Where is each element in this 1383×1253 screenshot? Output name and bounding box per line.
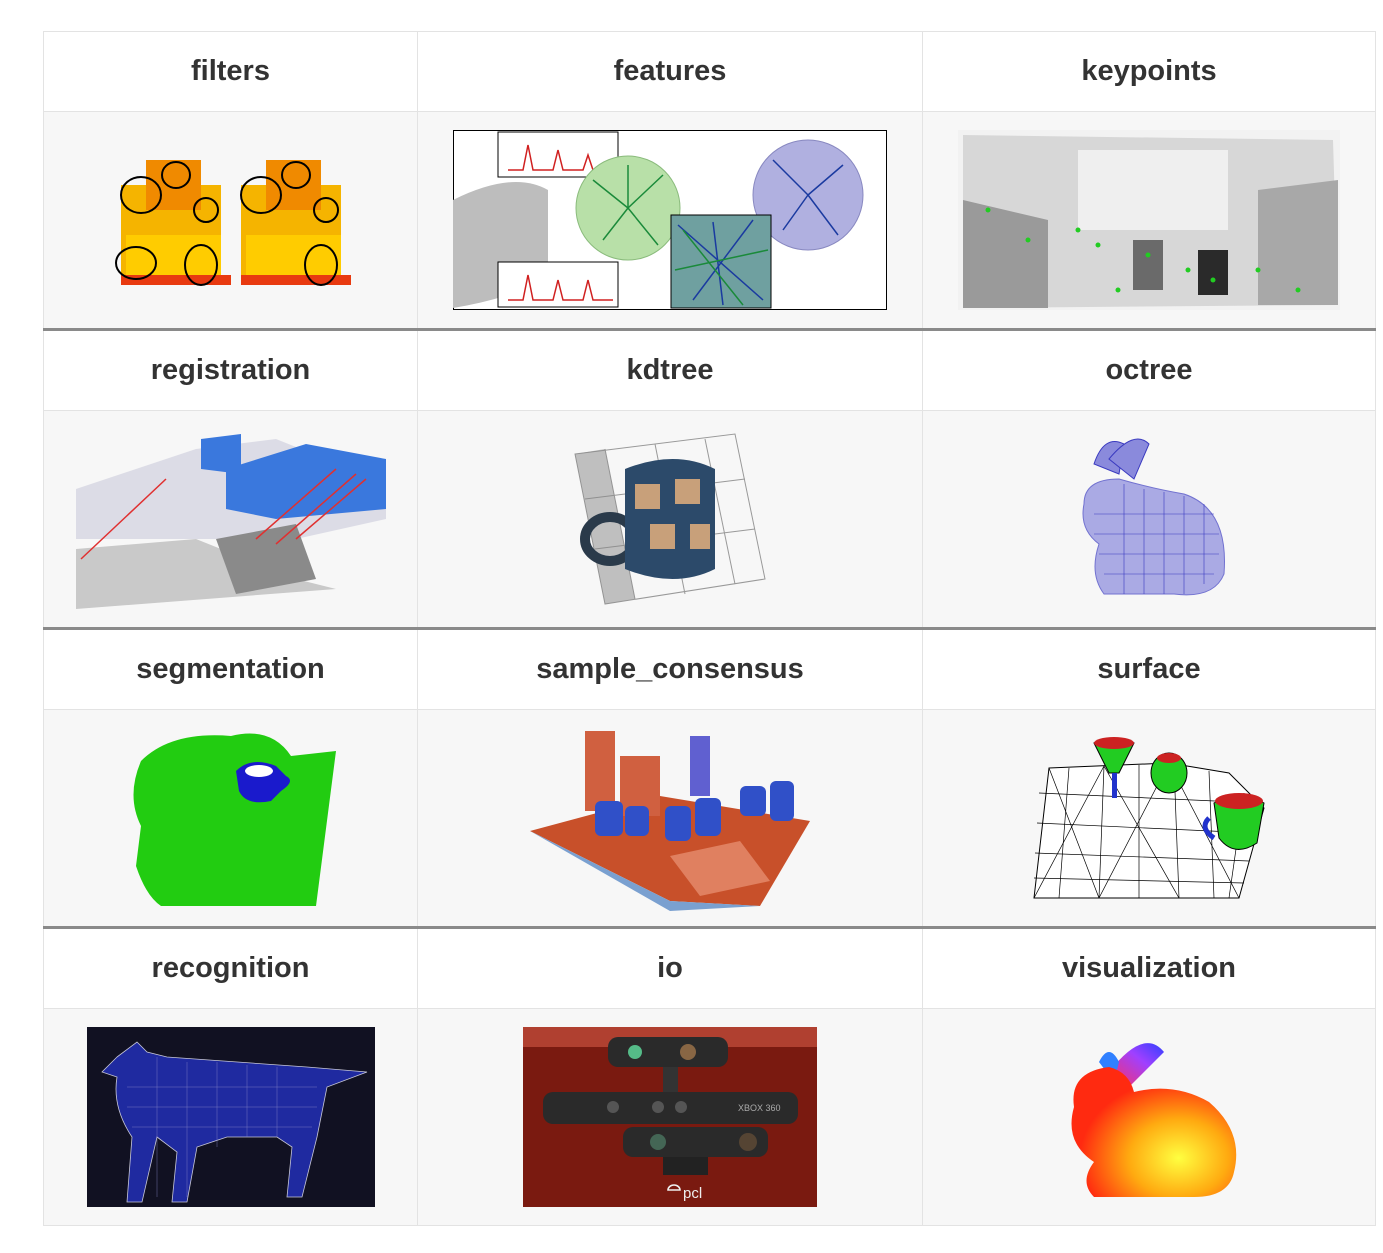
sample-consensus-image bbox=[530, 730, 810, 911]
module-table: filters features keypoints registration … bbox=[43, 31, 1376, 1226]
image-row bbox=[43, 111, 1376, 331]
filters-image bbox=[114, 160, 351, 286]
features-image bbox=[453, 130, 887, 310]
module-label-registration: registration bbox=[43, 329, 418, 411]
module-label-features: features bbox=[417, 31, 923, 112]
module-label-filters: filters bbox=[43, 31, 418, 112]
module-label-recognition: recognition bbox=[43, 927, 418, 1009]
module-label-io: io bbox=[417, 927, 923, 1009]
sensor-label: XBOX 360 bbox=[738, 1103, 781, 1113]
registration-image bbox=[75, 434, 386, 609]
header-row: recognition io visualization bbox=[43, 927, 1376, 1009]
surface-image bbox=[1033, 737, 1265, 899]
surface-cell bbox=[922, 709, 1376, 929]
recognition-cell bbox=[43, 1008, 418, 1226]
visualization-image bbox=[1071, 1043, 1237, 1197]
image-row bbox=[43, 709, 1376, 929]
module-label-surface: surface bbox=[922, 628, 1376, 710]
octree-cell bbox=[922, 410, 1376, 630]
kdtree-image bbox=[574, 433, 766, 605]
io-caption: pcl bbox=[683, 1185, 702, 1202]
header-row: registration kdtree octree bbox=[43, 329, 1376, 411]
registration-cell bbox=[43, 410, 418, 630]
features-cell bbox=[417, 111, 923, 331]
image-row bbox=[43, 410, 1376, 630]
module-label-segmentation: segmentation bbox=[43, 628, 418, 710]
io-image: XBOX 360 pcl bbox=[523, 1027, 817, 1207]
visualization-cell bbox=[922, 1008, 1376, 1226]
octree-image bbox=[1082, 438, 1225, 596]
filters-cell bbox=[43, 111, 418, 331]
module-label-sample-consensus: sample_consensus bbox=[417, 628, 923, 710]
segmentation-image bbox=[133, 733, 336, 906]
module-label-visualization: visualization bbox=[922, 927, 1376, 1009]
keypoints-cell bbox=[922, 111, 1376, 331]
keypoints-image bbox=[958, 130, 1340, 310]
io-cell: XBOX 360 pcl bbox=[417, 1008, 923, 1226]
header-row: segmentation sample_consensus surface bbox=[43, 628, 1376, 710]
module-label-keypoints: keypoints bbox=[922, 31, 1376, 112]
kdtree-cell bbox=[417, 410, 923, 630]
sample-consensus-cell bbox=[417, 709, 923, 929]
segmentation-cell bbox=[43, 709, 418, 929]
module-label-octree: octree bbox=[922, 329, 1376, 411]
recognition-image bbox=[86, 1027, 375, 1207]
module-grid: filters features keypoints registration … bbox=[43, 31, 1376, 1226]
header-row: filters features keypoints bbox=[43, 31, 1376, 112]
module-label-kdtree: kdtree bbox=[417, 329, 923, 411]
image-row: XBOX 360 pcl bbox=[43, 1008, 1376, 1226]
